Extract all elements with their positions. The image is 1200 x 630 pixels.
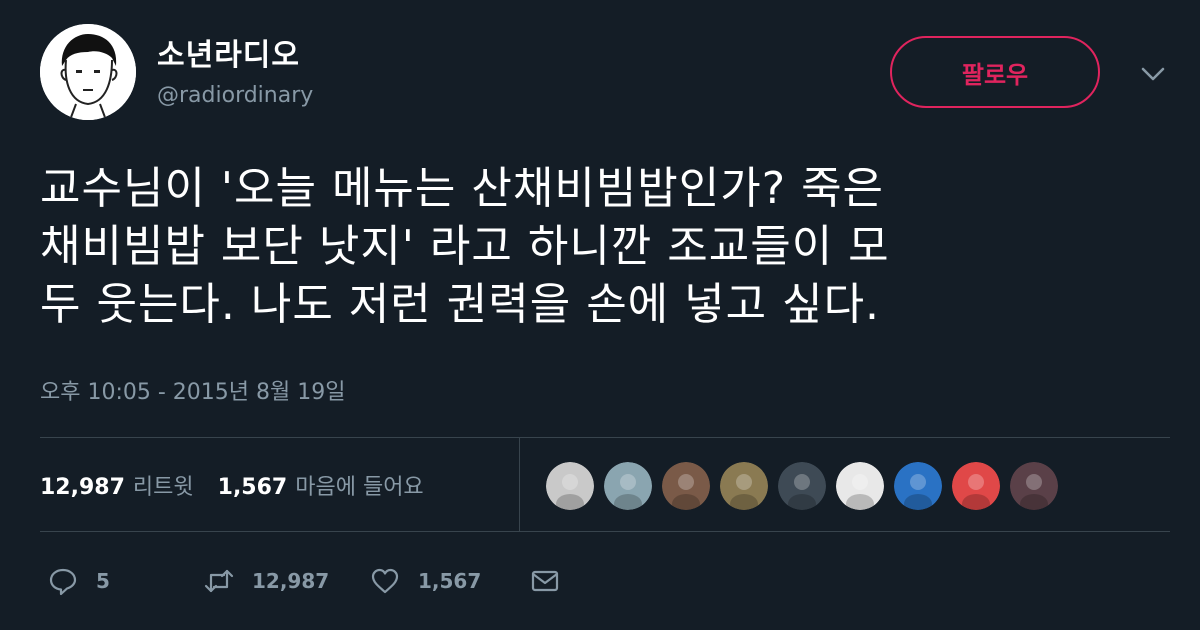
heart-icon xyxy=(371,568,399,594)
retweet-count: 12,987 xyxy=(252,569,330,593)
liker-avatar-6[interactable] xyxy=(836,462,884,510)
reply-icon xyxy=(49,568,77,596)
liker-avatar-8[interactable] xyxy=(952,462,1000,510)
like-count: 1,567 xyxy=(418,569,482,593)
chevron-down-icon xyxy=(1141,67,1165,81)
tweet-stats: 12,987 리트윗 1,567 마음에 들어요 xyxy=(40,469,448,501)
divider xyxy=(40,437,1170,438)
avatar-image xyxy=(662,462,710,510)
avatar-image xyxy=(546,462,594,510)
tweet-text: 교수님이 '오늘 메뉴는 산채비빔밥인가? 죽은 채비빔밥 보단 낫지' 라고 … xyxy=(40,163,890,330)
tweet-card: 소년라디오 @radiordinary 팔로우 교수님이 '오늘 메뉴는 산채비… xyxy=(0,0,1200,630)
retweet-icon xyxy=(204,569,234,593)
liker-avatar-7[interactable] xyxy=(894,462,942,510)
divider xyxy=(40,531,1170,532)
display-name[interactable]: 소년라디오 xyxy=(157,30,300,74)
likes-label[interactable]: 마음에 들어요 xyxy=(295,469,423,501)
avatar-image xyxy=(894,462,942,510)
liker-avatar-9[interactable] xyxy=(1010,462,1058,510)
user-avatar[interactable] xyxy=(40,24,136,120)
envelope-icon xyxy=(531,570,559,592)
stats-divider xyxy=(519,438,520,531)
user-handle[interactable]: @radiordinary xyxy=(157,83,313,108)
reply-count: 5 xyxy=(96,569,110,593)
liker-avatars xyxy=(546,462,1058,510)
avatar-image xyxy=(720,462,768,510)
avatar-image xyxy=(1010,462,1058,510)
likes-count[interactable]: 1,567 xyxy=(218,475,288,500)
like-button[interactable]: 1,567 xyxy=(370,566,481,596)
retweets-label[interactable]: 리트윗 xyxy=(133,469,194,501)
liker-avatar-1[interactable] xyxy=(546,462,594,510)
tweet-timestamp[interactable]: 오후 10:05 - 2015년 8월 19일 xyxy=(40,374,346,406)
follow-button[interactable]: 팔로우 xyxy=(890,36,1100,108)
reply-button[interactable]: 5 xyxy=(48,566,110,596)
retweet-button[interactable]: 12,987 xyxy=(204,566,329,596)
more-options-button[interactable] xyxy=(1138,62,1168,86)
avatar-image xyxy=(604,462,652,510)
avatar-image xyxy=(836,462,884,510)
avatar-image xyxy=(952,462,1000,510)
liker-avatar-5[interactable] xyxy=(778,462,826,510)
avatar-image xyxy=(778,462,826,510)
liker-avatar-4[interactable] xyxy=(720,462,768,510)
retweets-count[interactable]: 12,987 xyxy=(40,475,125,500)
liker-avatar-3[interactable] xyxy=(662,462,710,510)
liker-avatar-2[interactable] xyxy=(604,462,652,510)
cartoon-face-avatar-icon xyxy=(40,24,136,120)
direct-message-button[interactable] xyxy=(530,566,560,596)
